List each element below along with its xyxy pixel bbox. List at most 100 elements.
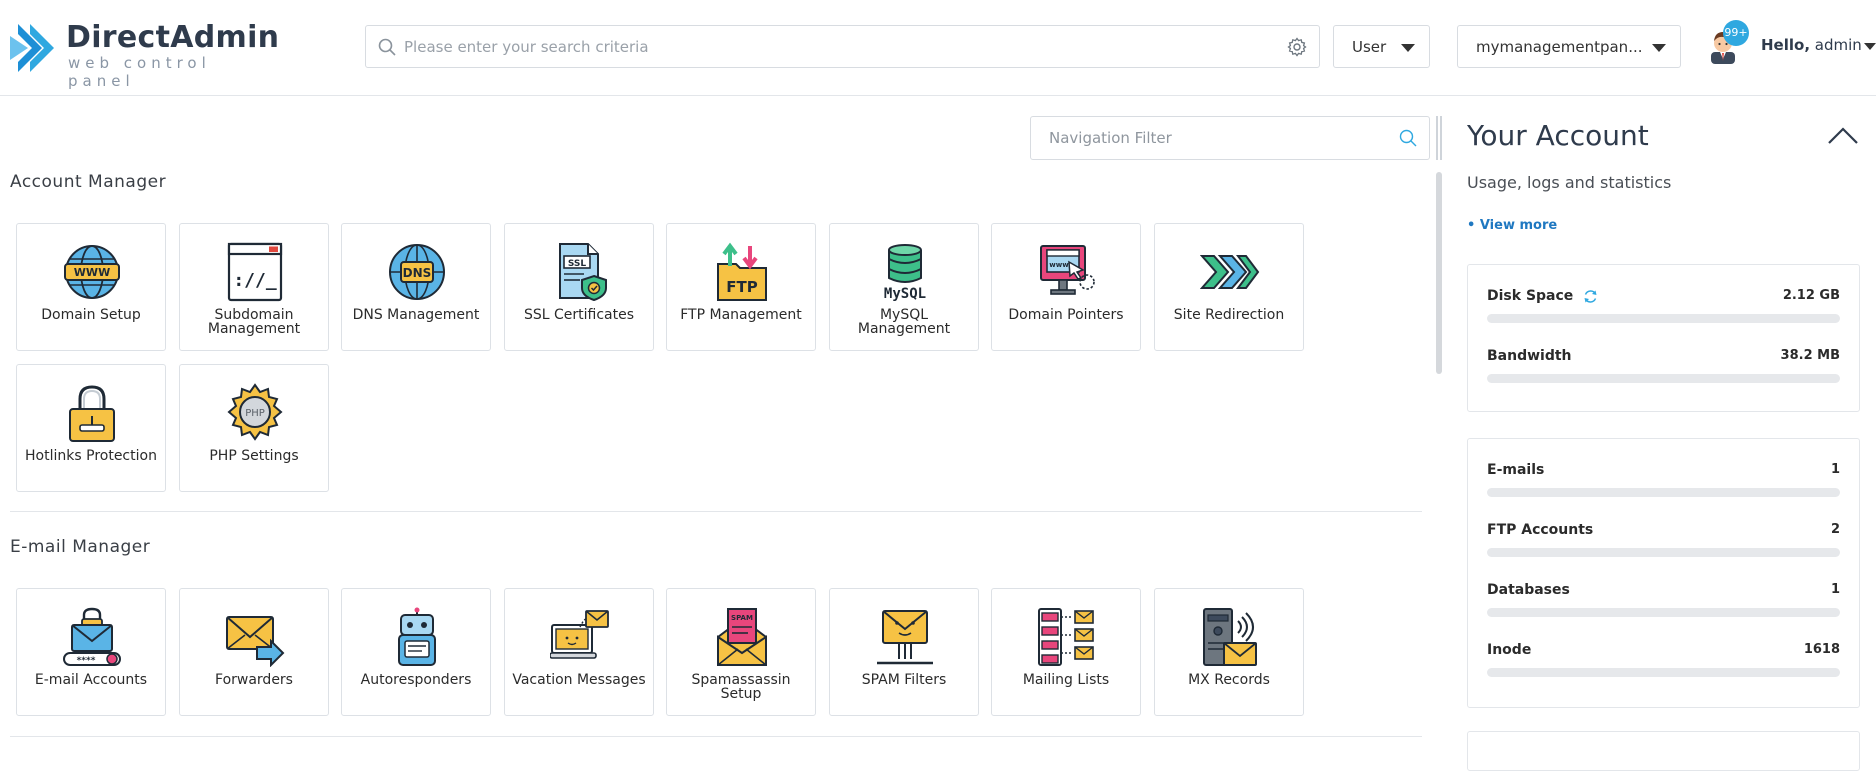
email-account-icon: **** xyxy=(63,607,121,666)
dns-globe-icon: DNS xyxy=(389,244,445,300)
mailing-list-icon xyxy=(1038,608,1094,666)
tile-label: Autoresponders xyxy=(360,672,472,688)
tile-label: MySQL Management xyxy=(857,307,951,337)
usage-bar xyxy=(1487,374,1840,383)
svg-text:WWW: WWW xyxy=(74,266,110,279)
greeting-text: Hello, xyxy=(1761,36,1811,54)
user-greeting[interactable]: Hello, admin xyxy=(1761,36,1862,54)
svg-text:://_: ://_ xyxy=(233,270,277,291)
view-more-link[interactable]: • View more xyxy=(1467,218,1557,233)
account-panel: Your Account Usage, logs and statistics … xyxy=(1445,97,1876,771)
stat-value: 1618 xyxy=(1803,642,1840,657)
role-select[interactable]: User xyxy=(1333,25,1430,68)
monitor-pointer-icon: www xyxy=(1040,245,1095,295)
tile-label: DNS Management xyxy=(352,307,480,323)
tile-label: FTP Management xyxy=(680,307,802,323)
stat-value: 2.12 GB xyxy=(1782,288,1840,303)
tile-spamassassin-setup[interactable]: SPAM Spamassassin Setup xyxy=(666,588,816,716)
svg-text:www: www xyxy=(1049,261,1069,269)
tile-label: Site Redirection xyxy=(1173,307,1285,323)
usage-bar xyxy=(1487,314,1840,323)
tile-mysql-management[interactable]: MySQL MySQL Management xyxy=(829,223,979,351)
domain-select-value: mymanagementpan... xyxy=(1476,38,1643,56)
tile-ssl-certificates[interactable]: SSL SSL Certificates xyxy=(504,223,654,351)
directadmin-logo-icon xyxy=(10,24,54,72)
spam-envelope-icon: SPAM xyxy=(717,608,767,666)
stat-name: FTP Accounts xyxy=(1487,522,1594,538)
notification-badge[interactable]: 99+ xyxy=(1723,20,1749,46)
tile-forwarders[interactable]: Forwarders xyxy=(179,588,329,716)
refresh-icon[interactable] xyxy=(1583,289,1598,304)
tile-label: Vacation Messages xyxy=(512,672,646,688)
chevron-up-icon[interactable] xyxy=(1827,127,1859,145)
vacation-laptop-icon xyxy=(550,610,609,659)
content-scrollbar[interactable] xyxy=(1436,172,1442,374)
tile-domain-setup[interactable]: WWW Domain Setup xyxy=(16,223,166,351)
tile-domain-pointers[interactable]: www Domain Pointers xyxy=(991,223,1141,351)
section-title-account-manager: Account Manager xyxy=(10,172,167,192)
gear-icon[interactable] xyxy=(1287,37,1307,57)
navigation-filter xyxy=(1030,116,1430,160)
tile-label: Subdomain Management xyxy=(207,307,301,337)
tile-label: SSL Certificates xyxy=(523,307,635,323)
svg-text:FTP: FTP xyxy=(726,278,757,296)
tile-php-settings[interactable]: PHP PHP Settings xyxy=(179,364,329,492)
tile-label: Forwarders xyxy=(215,672,293,688)
tile-vacation-messages[interactable]: Vacation Messages xyxy=(504,588,654,716)
search-input[interactable] xyxy=(404,26,1264,67)
tile-label: MX Records xyxy=(1188,672,1270,688)
brand-subtitle: web control panel xyxy=(68,54,211,90)
counts-card: E-mails 1 FTP Accounts 2 Databases 1 Ino… xyxy=(1467,438,1860,708)
tile-label: Spamassassin Setup xyxy=(691,672,791,702)
tile-label: Hotlinks Protection xyxy=(25,448,157,464)
caret-down-icon[interactable] xyxy=(1864,43,1876,50)
usage-bar xyxy=(1487,608,1840,617)
svg-text:SPAM: SPAM xyxy=(731,614,753,622)
stat-name: Bandwidth xyxy=(1487,348,1572,364)
svg-text:MySQL: MySQL xyxy=(884,286,926,302)
brand-logo[interactable]: DirectAdmin web control panel xyxy=(10,20,279,90)
section-title-email-manager: E-mail Manager xyxy=(10,537,151,557)
caret-down-icon xyxy=(1652,44,1666,52)
tile-subdomain-management[interactable]: ://_ Subdomain Management xyxy=(179,223,329,351)
mysql-database-icon: MySQL xyxy=(884,244,926,302)
section-divider xyxy=(10,511,1422,512)
search-icon[interactable] xyxy=(1399,129,1417,147)
php-gear-icon: PHP xyxy=(227,383,283,441)
domain-select[interactable]: mymanagementpan... xyxy=(1457,25,1681,68)
svg-text:PHP: PHP xyxy=(245,408,265,419)
tile-dns-management[interactable]: DNS DNS Management xyxy=(341,223,491,351)
stat-value: 2 xyxy=(1830,522,1840,537)
mx-server-icon xyxy=(1203,608,1257,666)
globe-www-icon: WWW xyxy=(64,245,120,299)
tile-spam-filters[interactable]: SPAM Filters xyxy=(829,588,979,716)
tile-email-accounts[interactable]: **** E-mail Accounts xyxy=(16,588,166,716)
tile-ftp-management[interactable]: FTP FTP Management xyxy=(666,223,816,351)
spam-filter-icon xyxy=(877,610,933,665)
stat-value: 38.2 MB xyxy=(1780,348,1840,363)
forward-envelope-icon xyxy=(226,616,285,667)
search-icon xyxy=(378,38,396,56)
global-search xyxy=(365,25,1320,68)
usage-bar xyxy=(1487,488,1840,497)
stat-name: Disk Space xyxy=(1487,288,1574,304)
navigation-filter-input[interactable] xyxy=(1049,117,1379,159)
ssl-certificate-icon: SSL xyxy=(559,243,607,302)
tile-hotlinks-protection[interactable]: Hotlinks Protection xyxy=(16,364,166,492)
tile-label: Domain Setup xyxy=(41,307,141,323)
stat-name: Inode xyxy=(1487,642,1532,658)
tile-site-redirection[interactable]: Site Redirection xyxy=(1154,223,1304,351)
svg-text:****: **** xyxy=(77,656,96,666)
stat-value: 1 xyxy=(1830,462,1840,477)
caret-down-icon xyxy=(1401,44,1415,52)
padlock-icon xyxy=(69,385,115,442)
tile-mailing-lists[interactable]: Mailing Lists xyxy=(991,588,1141,716)
tile-label: Domain Pointers xyxy=(1008,307,1124,323)
section-divider xyxy=(10,736,1422,737)
tile-mx-records[interactable]: MX Records xyxy=(1154,588,1304,716)
tile-autoresponders[interactable]: Autoresponders xyxy=(341,588,491,716)
usage-bar xyxy=(1487,668,1840,677)
account-panel-subtitle: Usage, logs and statistics xyxy=(1467,173,1672,192)
role-select-value: User xyxy=(1352,38,1387,56)
tile-label: PHP Settings xyxy=(209,448,299,464)
